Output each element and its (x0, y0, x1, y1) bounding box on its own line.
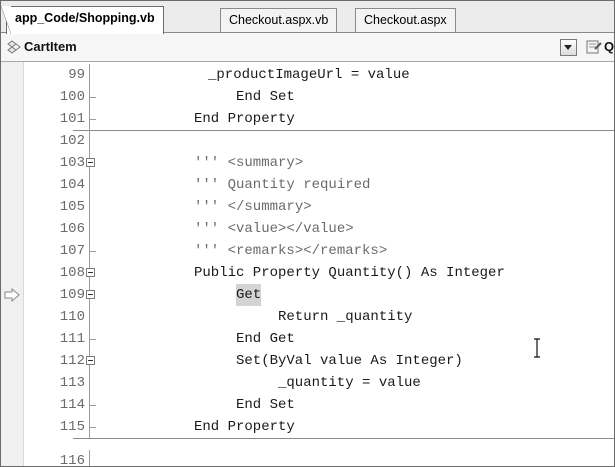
class-dropdown-button[interactable] (560, 39, 577, 56)
code-text: Public Property Quantity() As Integer (194, 265, 505, 281)
code-comment: ''' <remarks></remarks> (194, 243, 388, 259)
code-text: Return _quantity (278, 309, 413, 325)
code-line[interactable]: 104 ''' Quantity required (23, 174, 614, 196)
outline-gutter (89, 306, 90, 328)
tab-checkout-aspx-vb[interactable]: Checkout.aspx.vb (220, 8, 338, 33)
property-icon (586, 40, 602, 54)
line-number: 101 (59, 111, 85, 127)
code-line[interactable]: 106 ''' <value></value> (23, 218, 614, 240)
chevron-down-icon (564, 45, 572, 50)
code-text: End Set (236, 397, 295, 413)
code-line[interactable]: 110 Return _quantity (23, 306, 614, 328)
code-line[interactable]: 116 (23, 450, 614, 467)
outline-gutter (89, 174, 90, 196)
code-line[interactable]: 113 _quantity = value (23, 372, 614, 394)
code-line[interactable]: 107 ''' <remarks></remarks> (23, 240, 614, 262)
line-number: 110 (59, 309, 85, 325)
line-number: 99 (68, 67, 85, 83)
tab-checkout-aspx[interactable]: Checkout.aspx (355, 8, 456, 33)
code-line[interactable]: 111 End Get (23, 328, 614, 350)
code-comment: ''' <value></value> (194, 221, 354, 237)
code-line[interactable]: 108 Public Property Quantity() As Intege… (23, 262, 614, 284)
outline-gutter (89, 64, 90, 86)
outline-gutter (89, 450, 90, 466)
highlighted-code-text: Get (236, 284, 262, 306)
outline-end-marker (90, 427, 96, 428)
code-text: End Set (236, 89, 295, 105)
code-line[interactable]: 100 End Set (23, 86, 614, 108)
line-number: 109 (59, 287, 85, 303)
line-number: 102 (59, 133, 85, 149)
collapse-icon[interactable] (86, 356, 95, 365)
outline-gutter (89, 130, 90, 152)
outline-end-marker (90, 251, 96, 252)
code-text: _quantity = value (278, 375, 421, 391)
code-text: Set(ByVal value As Integer) (236, 353, 463, 369)
line-number: 113 (59, 375, 85, 391)
code-text: End Property (194, 111, 295, 127)
code-editor-window: Checkout.aspx.vb Checkout.aspx app_Code/… (0, 0, 615, 467)
line-number: 106 (59, 221, 85, 237)
code-line-current[interactable]: 109 Get (23, 284, 614, 306)
text-cursor-icon (534, 338, 540, 358)
code-comment: ''' </summary> (194, 199, 312, 215)
line-number: 104 (59, 177, 85, 193)
code-line[interactable]: 114 End Set (23, 394, 614, 416)
code-line[interactable]: 103 ''' <summary> (23, 152, 614, 174)
member-selector-label[interactable]: Q (604, 39, 614, 54)
outline-gutter (89, 196, 90, 218)
collapse-icon[interactable] (86, 290, 95, 299)
line-number: 108 (59, 265, 85, 281)
code-line[interactable]: 105 ''' </summary> (23, 196, 614, 218)
code-text: End Property (194, 419, 295, 435)
line-number: 100 (59, 89, 85, 105)
line-number: 116 (59, 453, 85, 467)
code-line[interactable]: 115 End Property (23, 416, 614, 438)
outline-gutter (89, 218, 90, 240)
outline-gutter (89, 372, 90, 394)
line-number: 111 (59, 331, 85, 347)
code-text: _productImageUrl = value (208, 67, 410, 83)
procedure-separator (73, 438, 614, 439)
line-number: 105 (59, 199, 85, 215)
class-icon (7, 40, 21, 54)
collapse-icon[interactable] (86, 158, 95, 167)
navigation-bar: CartItem Q (1, 33, 614, 62)
code-line[interactable]: 102 (23, 130, 614, 152)
outline-end-marker (90, 405, 96, 406)
code-comment: ''' <summary> (194, 155, 304, 171)
line-number: 115 (59, 419, 85, 435)
code-comment: ''' Quantity required (194, 177, 371, 193)
line-number: 107 (59, 243, 85, 259)
current-statement-arrow-icon (4, 288, 20, 302)
outline-end-marker (90, 339, 96, 340)
document-tab-strip: Checkout.aspx.vb Checkout.aspx app_Code/… (1, 1, 614, 34)
line-number: 103 (59, 155, 85, 171)
line-number: 112 (59, 353, 85, 369)
code-line[interactable]: 99 _productImageUrl = value (23, 64, 614, 86)
code-line[interactable]: 101 End Property (23, 108, 614, 130)
outline-end-marker (90, 97, 96, 98)
collapse-icon[interactable] (86, 268, 95, 277)
code-text: End Get (236, 331, 295, 347)
code-line[interactable]: 112 Set(ByVal value As Integer) (23, 350, 614, 372)
code-area[interactable]: 99 _productImageUrl = value 100 End Set … (1, 62, 614, 466)
indicator-margin[interactable] (1, 62, 24, 466)
tab-shopping-vb[interactable]: app_Code/Shopping.vb (1, 6, 164, 34)
class-selector-label[interactable]: CartItem (24, 39, 77, 54)
line-number: 114 (59, 397, 85, 413)
outline-end-marker (90, 119, 96, 120)
